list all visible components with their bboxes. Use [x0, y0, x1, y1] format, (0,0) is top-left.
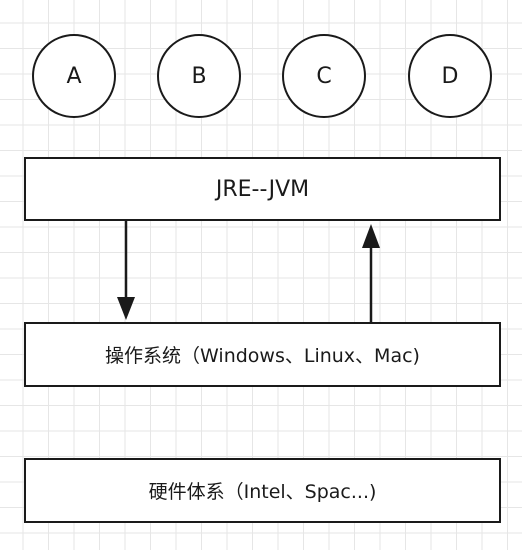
diagram-canvas: A B C D JRE--JVM 操作系统（Windows、Linux、Mac)… [0, 0, 522, 550]
arrows-layer [117, 221, 380, 322]
arrow-up-os-to-jre [362, 224, 380, 322]
arrow-down-jre-to-os [117, 221, 135, 320]
